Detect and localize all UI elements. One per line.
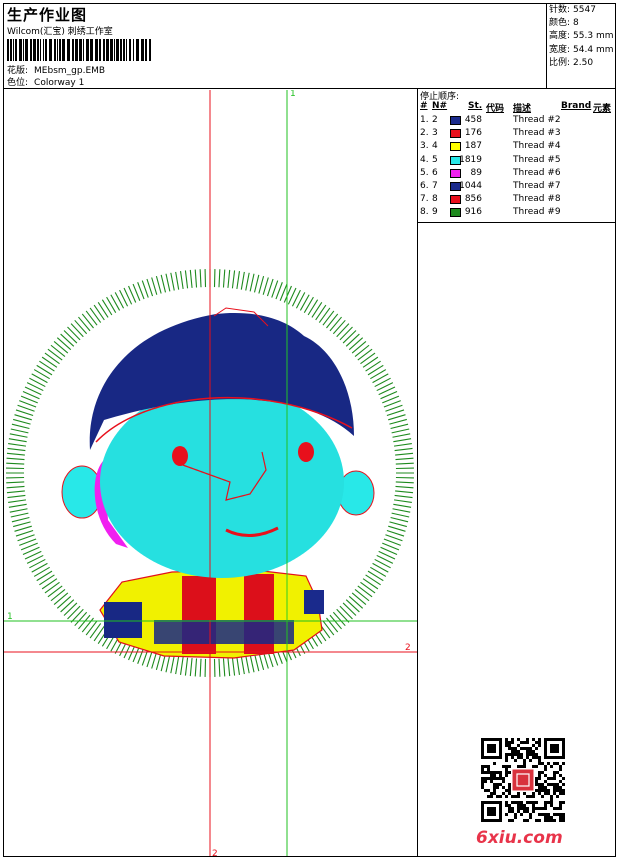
colorway-value: Colorway 1 bbox=[34, 78, 85, 88]
row-no: 5. bbox=[420, 167, 429, 178]
row-stitches: 187 bbox=[464, 141, 482, 152]
row-stitches: 89 bbox=[470, 167, 482, 178]
row-stitches: 1044 bbox=[459, 181, 482, 191]
table-row: 4. 5 1819 Thread #5 bbox=[420, 155, 616, 168]
table-row: 8. 9 916 Thread #9 bbox=[420, 207, 616, 220]
color-swatch bbox=[450, 116, 461, 125]
row-no: 7. bbox=[420, 194, 429, 205]
row-stitches: 458 bbox=[464, 115, 482, 125]
row-stitches: 1819 bbox=[459, 154, 482, 165]
row-needle: 8 bbox=[432, 194, 438, 205]
color-swatch bbox=[450, 142, 461, 152]
table-divider bbox=[418, 222, 616, 223]
row-no: 6. bbox=[420, 181, 429, 191]
row-needle: 5 bbox=[432, 154, 438, 165]
row-stitches: 916 bbox=[464, 207, 482, 218]
col-needle: N# bbox=[432, 101, 448, 111]
header: 生产作业图 Wilcom(汇宝) 刺绣工作室 花版: MEbsm_gp.EMB 色… bbox=[3, 3, 616, 89]
page-title: 生产作业图 bbox=[7, 6, 88, 24]
row-no: 4. bbox=[420, 154, 429, 165]
col-brand: Brand bbox=[561, 101, 592, 111]
side-divider bbox=[417, 89, 418, 856]
row-needle: 7 bbox=[432, 181, 438, 191]
row-no: 2. bbox=[420, 128, 429, 139]
row-needle: 4 bbox=[432, 141, 438, 152]
row-desc: Thread #7 bbox=[513, 181, 561, 191]
row-no: 8. bbox=[420, 207, 429, 218]
row-desc: Thread #5 bbox=[513, 154, 561, 165]
col-no: # bbox=[420, 101, 428, 111]
col-stitches: St. bbox=[468, 101, 483, 111]
barcode-icon bbox=[7, 39, 151, 61]
table-row: 1. 2 458 Thread #2 bbox=[420, 115, 616, 128]
stat-scale: 比例: 2.50 bbox=[549, 57, 594, 68]
stat-width: 宽度: 54.4 mm bbox=[549, 44, 614, 55]
embroidery-design: 1 2 1 2 bbox=[4, 90, 417, 856]
row-no: 1. bbox=[420, 115, 429, 125]
row-desc: Thread #9 bbox=[513, 207, 561, 218]
col-desc: 描述 bbox=[513, 104, 532, 114]
row-needle: 6 bbox=[432, 167, 438, 178]
stat-height: 高度: 55.3 mm bbox=[549, 31, 614, 42]
shirt bbox=[99, 569, 324, 659]
header-divider bbox=[546, 3, 547, 88]
stat-stitches: 针数: 5547 bbox=[549, 5, 596, 15]
guide-label-h1: 1 bbox=[7, 612, 13, 622]
color-swatch bbox=[450, 208, 461, 218]
guide-label-h2: 2 bbox=[405, 643, 411, 653]
row-needle: 9 bbox=[432, 207, 438, 218]
table-row: 2. 3 176 Thread #3 bbox=[420, 128, 616, 141]
col-element: 元素 bbox=[593, 104, 612, 114]
stat-colors: 颜色: 8 bbox=[549, 18, 579, 29]
row-stitches: 856 bbox=[464, 194, 482, 205]
color-swatch bbox=[450, 129, 461, 139]
guide-label-v2: 2 bbox=[212, 849, 218, 856]
row-desc: Thread #3 bbox=[513, 128, 561, 139]
row-needle: 3 bbox=[432, 128, 438, 139]
row-desc: Thread #4 bbox=[513, 141, 561, 152]
col-code: 代码 bbox=[486, 104, 505, 114]
watermark-logo: 6xiu.com bbox=[476, 828, 563, 848]
table-row: 7. 8 856 Thread #8 bbox=[420, 194, 616, 207]
company-name: Wilcom(汇宝) 刺绣工作室 bbox=[7, 27, 113, 37]
row-needle: 2 bbox=[432, 115, 438, 125]
table-row: 6. 7 1044 Thread #7 bbox=[420, 181, 616, 194]
guide-label-v1: 1 bbox=[290, 90, 296, 99]
row-desc: Thread #6 bbox=[513, 167, 561, 178]
colorway: 色位: Colorway 1 bbox=[7, 78, 85, 88]
table-row: 5. 6 89 Thread #6 bbox=[420, 168, 616, 181]
row-stitches: 176 bbox=[464, 128, 482, 139]
qr-code-icon bbox=[481, 738, 565, 822]
stats-panel: 针数: 5547 颜色: 8 高度: 55.3 mm 宽度: 54.4 mm 比例: 2.… bbox=[549, 4, 613, 70]
color-swatch bbox=[450, 168, 461, 178]
color-swatch bbox=[450, 195, 461, 205]
row-desc: Thread #8 bbox=[513, 194, 561, 205]
row-desc: Thread #2 bbox=[513, 115, 561, 125]
row-no: 3. bbox=[420, 141, 429, 152]
table-row: 3. 4 187 Thread #4 bbox=[420, 141, 616, 154]
